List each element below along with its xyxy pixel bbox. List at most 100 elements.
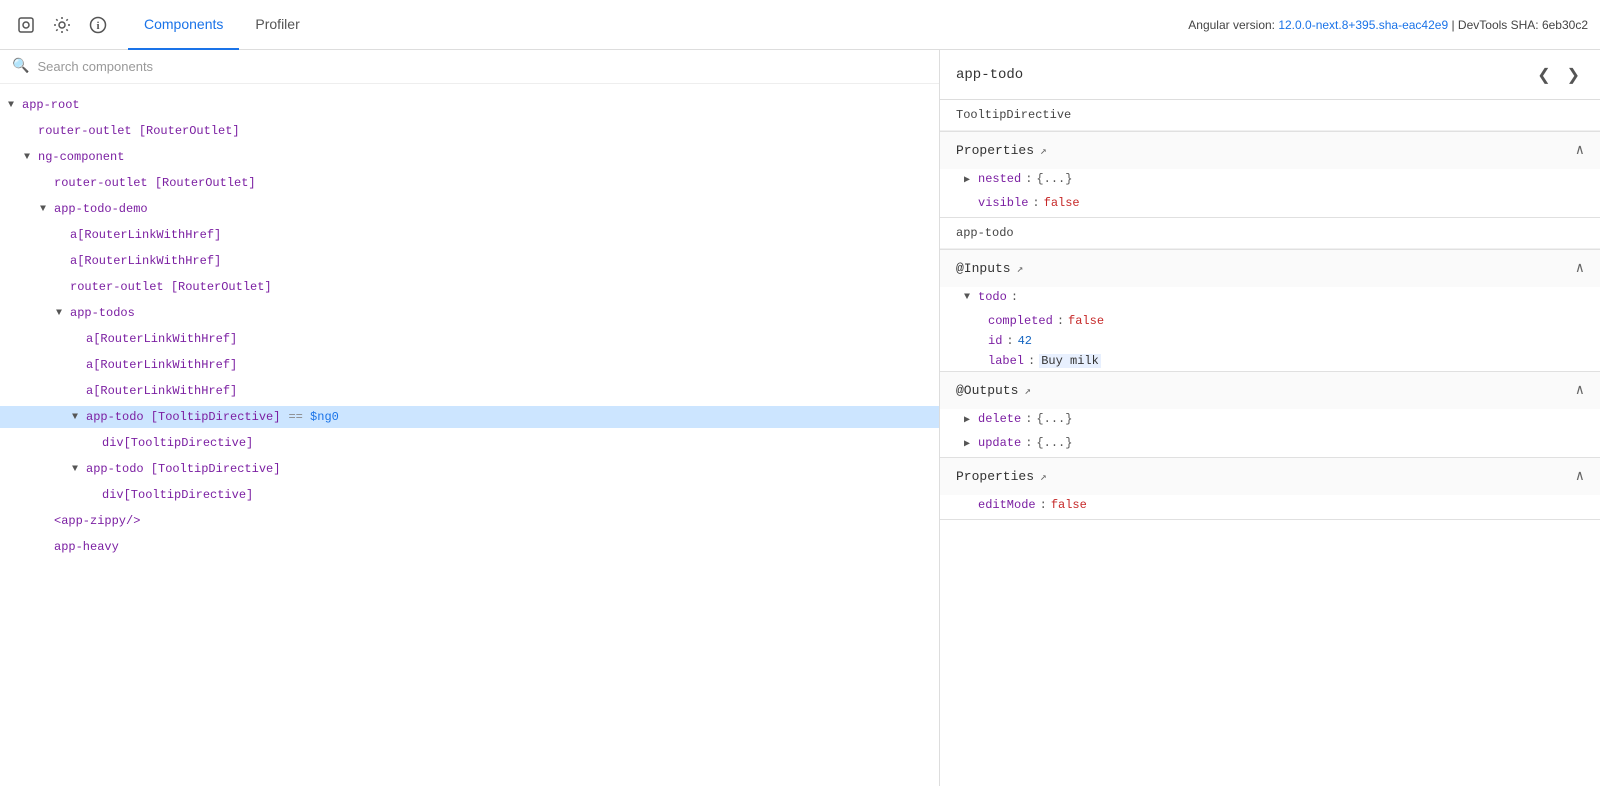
section-header-inputs[interactable]: @Inputs ↗ ∧ [940, 250, 1600, 287]
node-label: div[TooltipDirective] [102, 488, 253, 502]
prop-toggle-icon[interactable]: ▼ [964, 292, 978, 303]
tab-profiler[interactable]: Profiler [239, 0, 315, 50]
node-label: app-heavy [54, 540, 119, 554]
right-panel-header: app-todo ❮ ❯ [940, 50, 1600, 100]
prev-button[interactable]: ❮ [1533, 63, 1554, 87]
tree-toggle-icon[interactable]: ▼ [24, 152, 38, 163]
tree-node-content-app-zippy[interactable]: <app-zippy/> [0, 510, 939, 532]
next-button[interactable]: ❯ [1563, 63, 1584, 87]
tree-node-content-a-router-link-3[interactable]: a[RouterLinkWithHref] [0, 328, 939, 350]
right-panel-content: TooltipDirective Properties ↗ ∧ ▶nested: {..… [940, 100, 1600, 786]
search-input[interactable] [37, 59, 927, 74]
tree-node-content-app-todos[interactable]: ▼app-todos [0, 302, 939, 324]
section-title-text: @Inputs [956, 261, 1011, 276]
section-header-outputs[interactable]: @Outputs↗∧ [940, 372, 1600, 409]
node-label: a[RouterLinkWithHref] [70, 228, 221, 242]
section-header-properties-todo[interactable]: Properties↗∧ [940, 458, 1600, 495]
prop-toggle-icon[interactable]: ▶ [964, 174, 978, 186]
prop-key: label [988, 354, 1024, 368]
tree-node-content-a-router-link-5[interactable]: a[RouterLinkWithHref] [0, 380, 939, 402]
version-info: Angular version: 12.0.0-next.8+395.sha-e… [1188, 18, 1588, 32]
tree-toggle-icon[interactable]: ▼ [56, 308, 70, 319]
prop-value: false [1051, 498, 1087, 512]
prop-value: false [1068, 314, 1104, 328]
tree-node-content-app-todo-tooltip[interactable]: ▼app-todo [TooltipDirective] == $ng0 [0, 406, 939, 428]
section-header-properties-tooltip[interactable]: Properties ↗ ∧ [940, 132, 1600, 169]
ext-link-icon[interactable]: ↗ [1017, 262, 1024, 276]
section-tooltip-directive: TooltipDirective [940, 100, 1600, 132]
tree-node: ▼ng-component [0, 144, 939, 170]
tree-node-content-router-outlet-3[interactable]: router-outlet [RouterOutlet] [0, 276, 939, 298]
tree-node-content-a-router-link-1[interactable]: a[RouterLinkWithHref] [0, 224, 939, 246]
sub-property-row: label: Buy milk [940, 351, 1600, 371]
property-row[interactable]: ▶delete: {...} [940, 409, 1600, 433]
tree-node: ▼app-todo [TooltipDirective] [0, 456, 939, 482]
tree-node: router-outlet [RouterOutlet] [0, 274, 939, 300]
ext-link-icon[interactable]: ↗ [1040, 144, 1047, 158]
ext-link-icon[interactable]: ↗ [1024, 384, 1031, 398]
section-outputs: @Outputs↗∧▶delete: {...}▶update: {...} [940, 372, 1600, 458]
prop-key: completed [988, 314, 1053, 328]
node-label: app-todo [TooltipDirective] [86, 410, 280, 424]
tree-toggle-icon[interactable]: ▼ [40, 204, 54, 215]
tree-node-content-a-router-link-4[interactable]: a[RouterLinkWithHref] [0, 354, 939, 376]
tree-node-content-router-outlet-1[interactable]: router-outlet [RouterOutlet] [0, 120, 939, 142]
tree-toggle-icon[interactable]: ▼ [72, 464, 86, 475]
property-row[interactable]: ▶nested: {...} [940, 169, 1600, 193]
node-label: div[TooltipDirective] [102, 436, 253, 450]
property-row[interactable]: ▼todo: [940, 287, 1600, 311]
tree-node-content-a-router-link-2[interactable]: a[RouterLinkWithHref] [0, 250, 939, 272]
node-label: app-todo [TooltipDirective] [86, 462, 280, 476]
section-label: TooltipDirective [940, 100, 1600, 131]
node-label: a[RouterLinkWithHref] [86, 358, 237, 372]
tree-toggle-icon[interactable]: ▼ [8, 100, 22, 111]
section-app-todo-section: app-todo [940, 218, 1600, 250]
tree-node-content-div-tooltip-2[interactable]: div[TooltipDirective] [0, 484, 939, 506]
collapse-icon[interactable]: ∧ [1576, 382, 1584, 399]
node-label: app-todos [70, 306, 135, 320]
inspect-icon[interactable] [12, 11, 40, 39]
tree-node: a[RouterLinkWithHref] [0, 352, 939, 378]
tree-node: ▼app-root [0, 92, 939, 118]
tree-node-content-ng-component[interactable]: ▼ng-component [0, 146, 939, 168]
angular-version-link[interactable]: 12.0.0-next.8+395.sha-eac42e9 [1278, 18, 1448, 32]
prop-toggle-icon[interactable]: ▶ [964, 438, 978, 450]
collapse-icon[interactable]: ∧ [1576, 468, 1584, 485]
prop-toggle-icon[interactable]: ▶ [964, 414, 978, 426]
section-title-text: Properties [956, 143, 1034, 158]
tree-node-content-div-tooltip-1[interactable]: div[TooltipDirective] [0, 432, 939, 454]
prop-value[interactable]: Buy milk [1039, 354, 1101, 368]
left-panel: 🔍 ▼app-rootrouter-outlet [RouterOutlet]▼… [0, 50, 940, 786]
prop-value: {...} [1036, 172, 1072, 186]
property-row[interactable]: ▶update: {...} [940, 433, 1600, 457]
property-row[interactable]: editMode: false [940, 495, 1600, 519]
tree-node: a[RouterLinkWithHref] [0, 378, 939, 404]
node-label: router-outlet [RouterOutlet] [54, 176, 256, 190]
info-icon[interactable]: i [84, 11, 112, 39]
prop-key: id [988, 334, 1002, 348]
prop-value: false [1044, 196, 1080, 210]
prop-value: {...} [1036, 412, 1072, 426]
main-content: 🔍 ▼app-rootrouter-outlet [RouterOutlet]▼… [0, 50, 1600, 786]
ext-link-icon[interactable]: ↗ [1040, 470, 1047, 484]
settings-icon[interactable] [48, 11, 76, 39]
tree-node-content-router-outlet-2[interactable]: router-outlet [RouterOutlet] [0, 172, 939, 194]
tree-node-content-app-todo-demo[interactable]: ▼app-todo-demo [0, 198, 939, 220]
tree-toggle-icon[interactable]: ▼ [72, 412, 86, 423]
tree-node: ▼app-todo-demo [0, 196, 939, 222]
prop-key: editMode [978, 498, 1036, 512]
tree-node-content-app-todo-tooltip-2[interactable]: ▼app-todo [TooltipDirective] [0, 458, 939, 480]
collapse-icon[interactable]: ∧ [1576, 142, 1584, 159]
tab-components[interactable]: Components [128, 0, 239, 50]
node-label: app-root [22, 98, 80, 112]
component-tree: ▼app-rootrouter-outlet [RouterOutlet]▼ng… [0, 84, 939, 786]
tree-node-content-app-root[interactable]: ▼app-root [0, 94, 939, 116]
prop-key: delete [978, 412, 1021, 426]
prop-key: nested [978, 172, 1021, 186]
collapse-icon[interactable]: ∧ [1576, 260, 1584, 277]
node-label: a[RouterLinkWithHref] [70, 254, 221, 268]
tree-node-content-app-heavy[interactable]: app-heavy [0, 536, 939, 558]
node-label: a[RouterLinkWithHref] [86, 332, 237, 346]
property-row[interactable]: visible: false [940, 193, 1600, 217]
tree-node: a[RouterLinkWithHref] [0, 222, 939, 248]
